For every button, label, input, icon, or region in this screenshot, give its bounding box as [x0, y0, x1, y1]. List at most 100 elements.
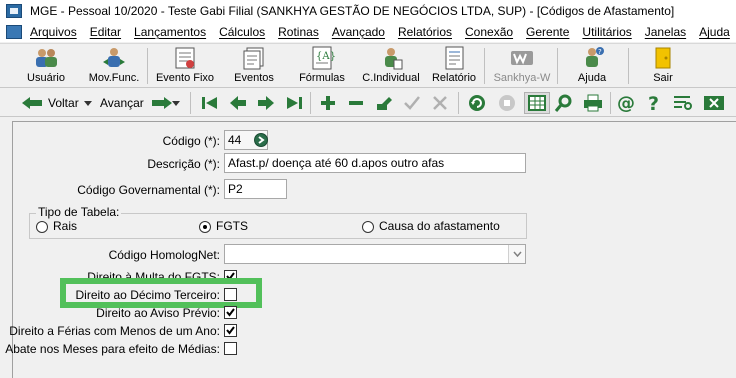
first-icon: [202, 97, 217, 109]
avancar-label: Avançar: [100, 96, 144, 110]
aviso-checkbox[interactable]: [224, 306, 237, 319]
sankhya-logo-icon: [509, 46, 535, 70]
menu-calculos[interactable]: Cálculos: [219, 25, 265, 39]
descricao-label: Descrição (*):: [147, 157, 220, 171]
grid-view-button[interactable]: [524, 92, 550, 114]
homolognet-dropdown-button[interactable]: [508, 245, 525, 263]
stop-icon: [499, 95, 515, 111]
ajuda-button[interactable]: ? Ajuda: [572, 46, 612, 87]
menu-editar[interactable]: Editar: [90, 25, 121, 39]
codigo-gov-input[interactable]: P2: [224, 179, 287, 199]
sair-button[interactable]: Sair: [645, 46, 681, 87]
svg-text:@: @: [617, 93, 635, 113]
report-icon: [441, 46, 467, 70]
homolognet-select[interactable]: [224, 244, 526, 264]
svg-text:?: ?: [648, 93, 659, 113]
printer-icon: [584, 94, 602, 112]
svg-text:?: ?: [598, 48, 602, 56]
last-record-button[interactable]: [284, 92, 304, 114]
menu-avancado[interactable]: Avançado: [332, 25, 385, 39]
sair-label: Sair: [653, 72, 673, 84]
print-button[interactable]: [582, 92, 604, 114]
descricao-input[interactable]: Afast.p/ doença até 60 d.apos outro afas: [224, 153, 526, 173]
minus-icon: [349, 101, 363, 105]
menu-relatorios[interactable]: Relatórios: [398, 25, 452, 39]
confirm-button[interactable]: [402, 92, 422, 114]
help-button[interactable]: ?: [646, 92, 664, 114]
formulas-button[interactable]: {A} Fórmulas: [296, 46, 348, 87]
codigo-gov-label: Código Governamental (*):: [77, 183, 220, 197]
voltar-button[interactable]: Voltar: [20, 92, 79, 114]
ferias-label: Direito a Férias com Menos de um Ano:: [9, 324, 220, 338]
radio-fgts-label: FGTS: [216, 219, 248, 233]
last-icon: [287, 97, 302, 109]
window-title: MGE - Pessoal 10/2020 - Teste Gabi Filia…: [30, 4, 675, 18]
lookup-button[interactable]: [254, 133, 268, 147]
voltar-label: Voltar: [48, 96, 79, 110]
menu-gerente[interactable]: Gerente: [526, 25, 569, 39]
menu-conexao[interactable]: Conexão: [465, 25, 513, 39]
movement-icon: [101, 46, 127, 70]
menu-lancamentos[interactable]: Lançamentos: [134, 25, 206, 39]
homolognet-label: Código HomologNet:: [108, 248, 220, 262]
usuario-button[interactable]: Usuário: [22, 46, 70, 87]
grid-icon: [528, 95, 546, 111]
dropdown-arrow-icon: [172, 101, 180, 106]
remove-record-button[interactable]: [346, 92, 366, 114]
radio-causa[interactable]: [362, 221, 374, 233]
refresh-icon: [469, 95, 485, 111]
first-record-button[interactable]: [200, 92, 220, 114]
codigo-label: Código (*):: [162, 134, 220, 148]
avancar-dropdown[interactable]: [172, 92, 180, 114]
search-button[interactable]: [554, 92, 574, 114]
avancar-button[interactable]: Avançar: [100, 92, 174, 114]
formulas-label: Fórmulas: [299, 72, 345, 84]
add-record-button[interactable]: [318, 92, 338, 114]
email-button[interactable]: @: [616, 92, 636, 114]
cancel-button[interactable]: [430, 92, 450, 114]
decimo-label: Direito ao Décimo Terceiro:: [75, 288, 221, 302]
edit-record-button[interactable]: [374, 92, 394, 114]
main-toolbar: Usuário Mov.Func. Evento Fixo Eventos {A…: [0, 43, 736, 88]
previous-record-button[interactable]: [228, 92, 248, 114]
radio-fgts[interactable]: [199, 221, 211, 233]
voltar-dropdown[interactable]: [84, 92, 92, 114]
menu-utilitarios[interactable]: Utilitários: [582, 25, 631, 39]
filter-button[interactable]: [672, 92, 694, 114]
next-record-button[interactable]: [256, 92, 276, 114]
refresh-button[interactable]: [466, 92, 488, 114]
individual-button[interactable]: C.Individual: [360, 46, 422, 87]
abate-checkbox[interactable]: [224, 342, 237, 355]
search-icon: [554, 94, 572, 112]
menu-arquivos[interactable]: Arquivos: [30, 25, 77, 39]
stop-button[interactable]: [496, 92, 518, 114]
abate-label: Abate nos Meses para efeito de Médias:: [5, 342, 220, 356]
plus-icon: [321, 96, 335, 110]
menu-rotinas[interactable]: Rotinas: [278, 25, 319, 39]
sankhya-button[interactable]: Sankhya-W: [492, 46, 552, 87]
radio-rais[interactable]: [36, 221, 48, 233]
next-icon: [258, 96, 274, 110]
ferias-checkbox[interactable]: [224, 324, 237, 337]
back-arrow-icon: [22, 97, 42, 109]
movfunc-button[interactable]: Mov.Func.: [86, 46, 142, 87]
menu-janelas[interactable]: Janelas: [645, 25, 686, 39]
decimo-checkbox[interactable]: [224, 288, 237, 301]
fixed-event-icon: [172, 46, 198, 70]
radio-causa-label: Causa do afastamento: [379, 219, 500, 233]
aviso-label: Direito ao Aviso Prévio:: [96, 306, 220, 320]
formula-icon: {A}: [309, 46, 335, 70]
excel-icon: [704, 96, 724, 110]
export-button[interactable]: [702, 92, 726, 114]
help-user-icon: ?: [579, 46, 605, 70]
relatorio-label: Relatório: [431, 72, 477, 84]
individual-icon: [378, 46, 404, 70]
sankhya-label: Sankhya-W: [493, 72, 551, 84]
eventos-button[interactable]: Eventos: [230, 46, 278, 87]
menu-ajuda[interactable]: Ajuda: [699, 25, 730, 39]
users-icon: [33, 46, 59, 70]
evento-fixo-button[interactable]: Evento Fixo: [154, 46, 216, 87]
menu-bar: Arquivos Editar Lançamentos Cálculos Rot…: [0, 22, 736, 42]
system-menu-icon[interactable]: [6, 25, 22, 39]
relatorio-button[interactable]: Relatório: [430, 46, 478, 87]
